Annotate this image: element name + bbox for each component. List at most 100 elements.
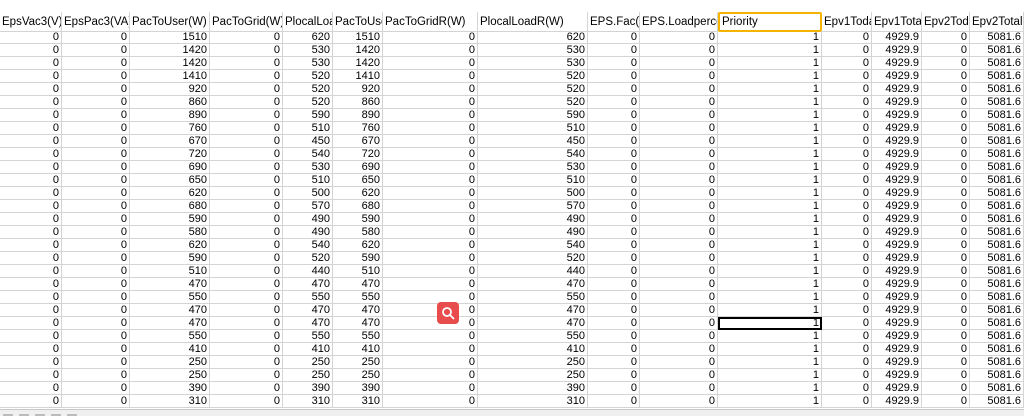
table-cell[interactable]: 0	[588, 317, 640, 330]
table-cell[interactable]: 0	[822, 135, 872, 148]
table-cell[interactable]: 1	[718, 382, 822, 395]
table-cell[interactable]: 620	[333, 239, 383, 252]
table-cell[interactable]: 0	[822, 57, 872, 70]
table-cell[interactable]: 0	[640, 304, 718, 317]
column-header[interactable]: Epv1Today	[822, 12, 872, 32]
table-cell[interactable]: 1	[718, 135, 822, 148]
table-cell[interactable]: 0	[0, 31, 62, 44]
table-cell[interactable]: 4929.9	[872, 44, 922, 57]
table-cell[interactable]: 1	[718, 291, 822, 304]
table-cell[interactable]: 5081.6	[970, 317, 1024, 330]
table-cell[interactable]: 1	[718, 369, 822, 382]
table-cell[interactable]: 590	[478, 109, 588, 122]
table-cell[interactable]: 0	[0, 304, 62, 317]
column-header[interactable]: EpsPac3(VA)	[62, 12, 130, 32]
table-cell[interactable]: 390	[130, 382, 210, 395]
table-cell[interactable]: 0	[588, 356, 640, 369]
table-cell[interactable]: 0	[588, 187, 640, 200]
table-cell[interactable]: 0	[383, 382, 478, 395]
table-cell[interactable]: 0	[640, 356, 718, 369]
table-cell[interactable]: 0	[822, 83, 872, 96]
table-cell[interactable]: 5081.6	[970, 226, 1024, 239]
table-cell[interactable]: 0	[640, 369, 718, 382]
table-cell[interactable]: 670	[130, 135, 210, 148]
table-cell[interactable]: 590	[333, 213, 383, 226]
table-cell[interactable]: 680	[130, 200, 210, 213]
table-cell[interactable]: 0	[383, 356, 478, 369]
table-cell[interactable]: 510	[478, 174, 588, 187]
table-cell[interactable]: 0	[922, 291, 970, 304]
table-cell[interactable]: 390	[478, 382, 588, 395]
table-cell[interactable]: 0	[922, 122, 970, 135]
table-cell[interactable]: 0	[0, 226, 62, 239]
table-cell[interactable]: 470	[333, 304, 383, 317]
table-cell[interactable]: 0	[588, 44, 640, 57]
table-cell[interactable]: 0	[922, 31, 970, 44]
table-cell[interactable]: 4929.9	[872, 174, 922, 187]
table-cell[interactable]: 0	[822, 174, 872, 187]
table-cell[interactable]: 0	[922, 200, 970, 213]
table-cell[interactable]: 0	[383, 96, 478, 109]
table-cell[interactable]: 0	[62, 135, 130, 148]
table-cell[interactable]: 410	[283, 343, 333, 356]
table-cell[interactable]: 310	[283, 395, 333, 408]
table-cell[interactable]: 5081.6	[970, 83, 1024, 96]
table-cell[interactable]: 0	[210, 83, 283, 96]
table-cell[interactable]: 250	[283, 356, 333, 369]
table-cell[interactable]: 5081.6	[970, 395, 1024, 408]
table-cell[interactable]: 0	[62, 395, 130, 408]
table-cell[interactable]: 450	[283, 135, 333, 148]
table-cell[interactable]: 0	[210, 161, 283, 174]
table-cell[interactable]: 1	[718, 317, 822, 330]
table-cell[interactable]: 0	[0, 200, 62, 213]
table-cell[interactable]: 0	[62, 109, 130, 122]
table-cell[interactable]: 0	[210, 109, 283, 122]
table-cell[interactable]: 5081.6	[970, 343, 1024, 356]
table-cell[interactable]: 620	[283, 31, 333, 44]
table-cell[interactable]: 0	[822, 148, 872, 161]
table-cell[interactable]: 0	[62, 330, 130, 343]
table-cell[interactable]: 0	[588, 265, 640, 278]
table-cell[interactable]: 540	[478, 239, 588, 252]
table-cell[interactable]: 4929.9	[872, 109, 922, 122]
table-cell[interactable]: 490	[478, 226, 588, 239]
table-cell[interactable]: 0	[640, 291, 718, 304]
table-cell[interactable]: 0	[640, 252, 718, 265]
table-cell[interactable]: 0	[822, 278, 872, 291]
table-cell[interactable]: 520	[283, 252, 333, 265]
table-cell[interactable]: 0	[0, 291, 62, 304]
table-cell[interactable]: 4929.9	[872, 291, 922, 304]
table-cell[interactable]: 1	[718, 161, 822, 174]
table-cell[interactable]: 0	[210, 96, 283, 109]
table-cell[interactable]: 4929.9	[872, 96, 922, 109]
table-cell[interactable]: 4929.9	[872, 330, 922, 343]
table-cell[interactable]: 310	[478, 395, 588, 408]
table-cell[interactable]: 0	[383, 31, 478, 44]
table-cell[interactable]: 1	[718, 239, 822, 252]
table-cell[interactable]: 440	[478, 265, 588, 278]
table-cell[interactable]: 0	[922, 395, 970, 408]
table-cell[interactable]: 0	[640, 83, 718, 96]
table-cell[interactable]: 590	[130, 213, 210, 226]
table-cell[interactable]: 510	[283, 174, 333, 187]
table-cell[interactable]: 470	[333, 278, 383, 291]
table-cell[interactable]: 760	[130, 122, 210, 135]
table-cell[interactable]: 0	[922, 44, 970, 57]
table-cell[interactable]: 0	[922, 135, 970, 148]
table-cell[interactable]: 0	[210, 239, 283, 252]
table-cell[interactable]: 0	[210, 265, 283, 278]
table-cell[interactable]: 0	[588, 369, 640, 382]
table-cell[interactable]: 0	[62, 148, 130, 161]
column-header[interactable]: PlocalLoad	[283, 12, 333, 32]
table-cell[interactable]: 250	[333, 356, 383, 369]
table-cell[interactable]: 570	[478, 200, 588, 213]
table-cell[interactable]: 0	[588, 109, 640, 122]
table-cell[interactable]: 470	[130, 278, 210, 291]
table-cell[interactable]: 0	[922, 265, 970, 278]
table-cell[interactable]: 0	[822, 70, 872, 83]
table-cell[interactable]: 0	[588, 395, 640, 408]
table-cell[interactable]: 0	[383, 239, 478, 252]
table-cell[interactable]: 0	[62, 57, 130, 70]
table-cell[interactable]: 0	[640, 135, 718, 148]
table-cell[interactable]: 0	[588, 200, 640, 213]
